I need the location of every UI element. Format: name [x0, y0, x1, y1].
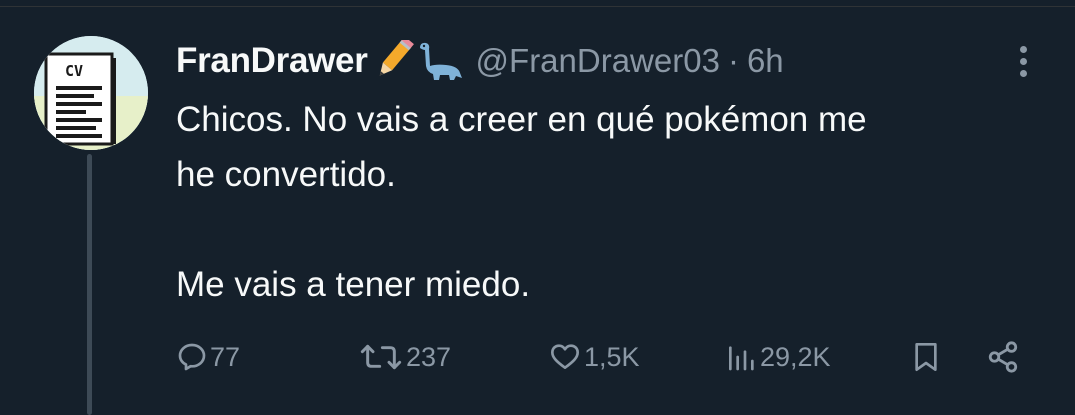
thread-line [87, 154, 92, 415]
tweet-text: Chicos. No vais a creer en qué pokémon m… [176, 92, 1036, 312]
views-icon [724, 341, 758, 373]
share-button[interactable] [984, 334, 1022, 380]
tweet-header: FranDrawer @FranDrawer03 · 6h [176, 36, 784, 82]
bookmark-icon [910, 340, 942, 374]
reply-count: 77 [210, 341, 241, 372]
pencil-emoji [368, 36, 416, 82]
tweet-text-line: Chicos. No vais a creer en qué pokémon m… [176, 100, 867, 139]
separator-dot: · [727, 42, 739, 79]
retweet-count: 237 [406, 341, 452, 372]
reply-icon [176, 341, 208, 373]
timestamp[interactable]: 6h [747, 42, 784, 80]
action-bar: 77 237 1,5K 29,2K [176, 334, 1036, 380]
avatar[interactable]: CV [34, 36, 148, 150]
like-count: 1,5K [584, 341, 640, 372]
top-divider [0, 0, 1075, 7]
views-count: 29,2K [760, 341, 831, 372]
retweet-icon [358, 341, 404, 373]
handle[interactable]: @FranDrawer03 [476, 42, 720, 80]
more-icon[interactable] [1008, 40, 1038, 82]
avatar-badge-text: CV [65, 62, 83, 80]
like-icon [548, 341, 582, 373]
views-button[interactable]: 29,2K [724, 334, 831, 380]
bookmark-button[interactable] [910, 334, 942, 380]
retweet-button[interactable]: 237 [358, 334, 451, 380]
sauropod-emoji [416, 40, 464, 82]
share-icon [984, 340, 1022, 374]
like-button[interactable]: 1,5K [548, 334, 640, 380]
reply-button[interactable]: 77 [176, 334, 240, 380]
tweet-text-line: he convertido. [176, 155, 396, 194]
tweet-text-line: Me vais a tener miedo. [176, 265, 531, 304]
display-name[interactable]: FranDrawer [176, 41, 368, 81]
